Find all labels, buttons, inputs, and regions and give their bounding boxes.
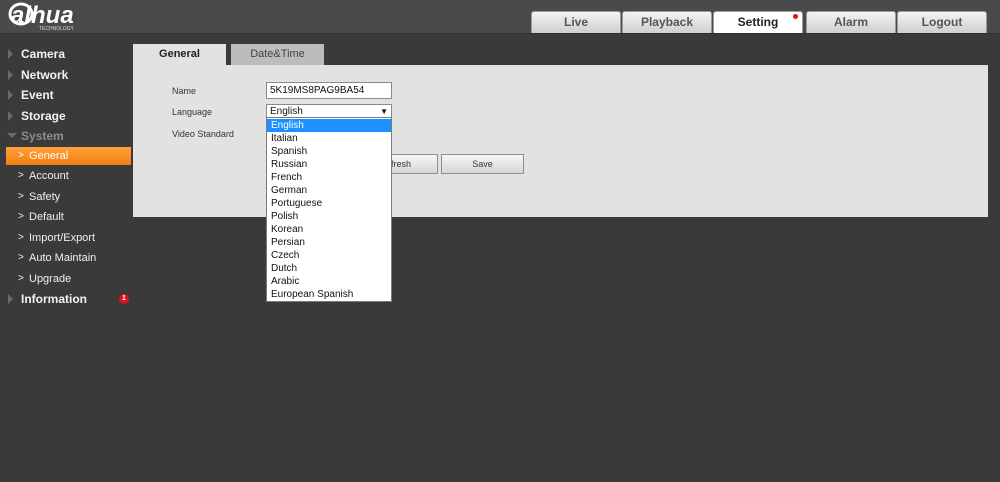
chevron-right-icon: > — [18, 211, 24, 222]
sidebar-section-event[interactable]: Event — [0, 85, 132, 105]
chevron-right-icon: > — [18, 273, 24, 284]
tab-general[interactable]: General — [133, 44, 226, 65]
language-option[interactable]: English — [267, 119, 391, 132]
triangle-right-icon — [8, 70, 13, 80]
sidebar-item-safety[interactable]: > Safety — [6, 188, 131, 206]
top-header: alhua TECHNOLOGY Live Playback Setting A… — [0, 0, 1000, 34]
language-option[interactable]: Portuguese — [267, 197, 391, 210]
triangle-right-icon — [8, 90, 13, 100]
dahua-logo: alhua TECHNOLOGY — [8, 2, 75, 32]
language-option[interactable]: German — [267, 184, 391, 197]
chevron-right-icon: > — [18, 170, 24, 181]
sidebar-section-camera[interactable]: Camera — [0, 44, 132, 64]
language-option[interactable]: Korean — [267, 223, 391, 236]
language-option[interactable]: French — [267, 171, 391, 184]
sidebar-item-auto-maintain[interactable]: > Auto Maintain — [6, 249, 131, 267]
sidebar-section-information[interactable]: Information 1 — [0, 289, 132, 309]
language-option[interactable]: Arabic — [267, 275, 391, 288]
nav-tab-setting[interactable]: Setting — [713, 11, 803, 33]
triangle-right-icon — [8, 49, 13, 59]
sidebar-item-upgrade[interactable]: > Upgrade — [6, 270, 131, 288]
general-settings-panel — [133, 65, 988, 217]
language-option[interactable]: Czech — [267, 249, 391, 262]
save-button[interactable]: Save — [441, 154, 524, 174]
logo-text: alhua — [11, 2, 74, 29]
language-option[interactable]: Italian — [267, 132, 391, 145]
language-option[interactable]: Dutch — [267, 262, 391, 275]
information-count-badge: 1 — [119, 294, 129, 304]
device-name-input[interactable]: 5K19MS8PAG9BA54 — [266, 82, 392, 99]
tab-date-time[interactable]: Date&Time — [231, 44, 324, 65]
notification-dot-icon — [793, 14, 798, 19]
language-option[interactable]: European Spanish — [267, 288, 391, 301]
nav-tab-playback[interactable]: Playback — [622, 11, 712, 33]
language-option[interactable]: Persian — [267, 236, 391, 249]
sidebar-section-storage[interactable]: Storage — [0, 106, 132, 126]
chevron-right-icon: > — [18, 232, 24, 243]
sidebar-section-system[interactable]: System — [0, 126, 132, 146]
chevron-right-icon: > — [18, 150, 24, 161]
language-option[interactable]: Polish — [267, 210, 391, 223]
triangle-right-icon — [8, 294, 13, 304]
chevron-right-icon: > — [18, 191, 24, 202]
sidebar-item-import-export[interactable]: > Import/Export — [6, 229, 131, 247]
language-label: Language — [172, 107, 213, 117]
language-dropdown-list: English Italian Spanish Russian French G… — [266, 117, 392, 302]
video-standard-label: Video Standard — [172, 129, 234, 139]
sidebar-item-default[interactable]: > Default — [6, 208, 131, 226]
language-option[interactable]: Spanish — [267, 145, 391, 158]
sidebar-item-account[interactable]: > Account — [6, 167, 131, 185]
nav-tab-alarm[interactable]: Alarm — [806, 11, 896, 33]
nav-tab-logout[interactable]: Logout — [897, 11, 987, 33]
chevron-right-icon: > — [18, 252, 24, 263]
language-option[interactable]: Russian — [267, 158, 391, 171]
name-label: Name — [172, 86, 197, 96]
triangle-right-icon — [8, 111, 13, 121]
triangle-down-icon — [7, 133, 17, 138]
nav-tab-live[interactable]: Live — [531, 11, 621, 33]
logo-sub-text: TECHNOLOGY — [39, 26, 75, 32]
sidebar-item-general[interactable]: > General — [6, 147, 131, 165]
sidebar-section-network[interactable]: Network — [0, 65, 132, 85]
